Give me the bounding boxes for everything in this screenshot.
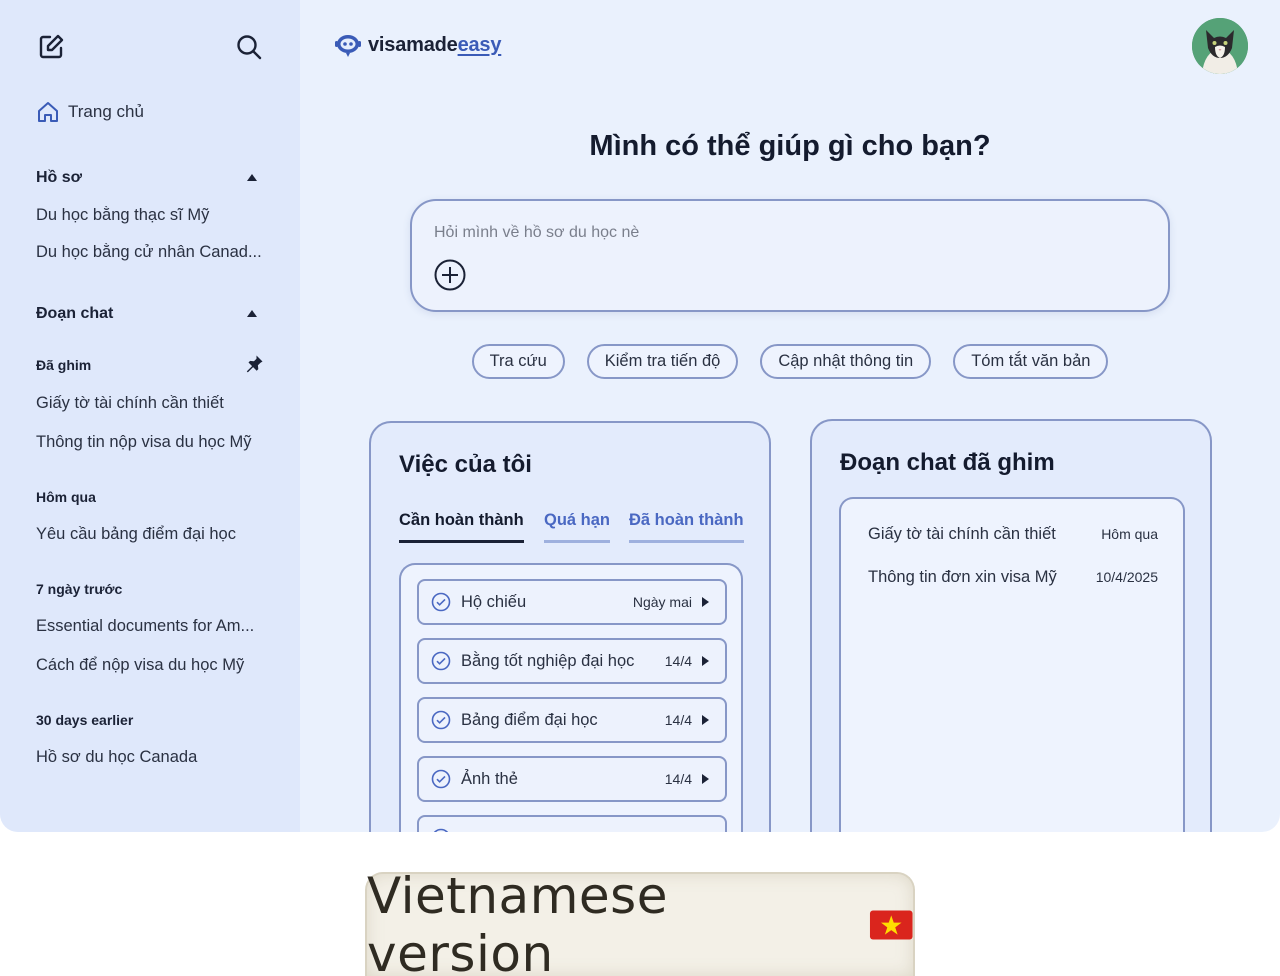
search-icon[interactable] (234, 32, 264, 62)
check-circle-icon (431, 769, 451, 789)
logo-text-part1: visamade (368, 33, 458, 56)
banner-text: Vietnamese version (367, 867, 668, 976)
chat-group-heading: Hôm qua (36, 489, 96, 505)
pinned-chat-date: Hôm qua (1101, 526, 1158, 542)
sidebar-chat-item[interactable]: Essential documents for Am... (36, 617, 268, 636)
plus-circle-icon (434, 259, 466, 291)
check-circle-icon (433, 828, 449, 832)
task-due: 14/4 (664, 712, 692, 728)
task-item[interactable]: Bằng tốt nghiệp đại học 14/4 (417, 638, 727, 684)
chevron-right-icon (702, 656, 709, 666)
user-avatar[interactable] (1192, 18, 1248, 74)
profiles-heading: Hồ sơ (36, 169, 83, 186)
task-due: 14/4 (664, 653, 692, 669)
check-circle-icon (431, 651, 451, 671)
chat-group-heading: 30 days earlier (36, 712, 134, 728)
pinned-chat-date: 10/4/2025 (1095, 569, 1158, 585)
task-item[interactable]: Ảnh thẻ 14/4 (417, 756, 727, 802)
logo-text-part2: easy (457, 33, 502, 56)
tab-to-complete[interactable]: Cần hoàn thành (399, 511, 524, 543)
pinned-chat-list: Giấy tờ tài chính cần thiết Hôm qua Thôn… (839, 497, 1185, 832)
chevron-right-icon (702, 774, 709, 784)
logo-text: visamadeeasy (368, 34, 501, 57)
chat-group-heading: 7 ngày trước (36, 581, 123, 597)
task-label: Ảnh thẻ (461, 769, 518, 788)
brand-logo[interactable]: visamadeeasy (334, 32, 501, 58)
task-due: 14/4 (664, 771, 692, 787)
chat-group-heading: Đã ghim (36, 357, 92, 373)
task-label: Hộ chiếu (461, 592, 527, 611)
pinned-chat-row[interactable]: Thông tin đơn xin visa Mỹ 10/4/2025 (868, 568, 1158, 587)
task-label: Bảng điểm đại học (461, 710, 598, 729)
app-window: Trang chủ Hồ sơ Du học bằng thạc sĩ Mỹ D… (0, 0, 1280, 832)
suggestion-chips: Tra cứu Kiểm tra tiến độ Cập nhật thông … (300, 344, 1280, 379)
sidebar-chat-item[interactable]: Yêu cầu bảng điểm đại học (36, 525, 268, 544)
sidebar-chat-item[interactable]: Hồ sơ du học Canada (36, 748, 268, 767)
prompt-box (410, 199, 1170, 312)
chip-check-progress[interactable]: Kiểm tra tiến độ (586, 344, 739, 379)
vietnam-flag-icon (869, 910, 913, 940)
check-circle-icon (431, 710, 451, 730)
tab-completed[interactable]: Đã hoàn thành (629, 511, 744, 543)
pinned-chat-title: Giấy tờ tài chính cần thiết (868, 525, 1056, 543)
pinned-card-title: Đoạn chat đã ghim (840, 449, 1055, 476)
robot-logo-icon (335, 35, 361, 57)
task-label: Bằng tốt nghiệp đại học (461, 651, 635, 670)
task-item[interactable]: Bảng điểm đại học 14/4 (417, 697, 727, 743)
task-list: Hộ chiếu Ngày mai Bằng tốt nghiệp đại họ… (399, 563, 743, 832)
profiles-collapse-caret[interactable] (247, 174, 257, 181)
chats-heading: Đoạn chat (36, 305, 114, 322)
home-icon (38, 102, 58, 122)
sidebar-chat-item[interactable]: Giấy tờ tài chính cần thiết (36, 394, 268, 413)
chip-update-info[interactable]: Cập nhật thông tin (760, 344, 932, 379)
chevron-right-icon (702, 597, 709, 607)
language-version-banner: Vietnamese version (365, 867, 915, 976)
compose-icon[interactable] (36, 32, 66, 62)
pin-icon (244, 354, 264, 379)
chip-summarize[interactable]: Tóm tắt văn bản (953, 344, 1109, 379)
check-circle-icon (431, 592, 451, 612)
sidebar-chat-item[interactable]: Cách để nộp visa du học Mỹ (36, 656, 268, 675)
task-item[interactable]: Hộ chiếu Ngày mai (417, 579, 727, 625)
chevron-right-icon (702, 715, 709, 725)
tasks-card-title: Việc của tôi (399, 451, 532, 478)
task-item-partial[interactable] (417, 815, 727, 832)
sidebar-item-profile[interactable]: Du học bằng cử nhân Canad... (36, 243, 268, 262)
chats-collapse-caret[interactable] (247, 310, 257, 317)
prompt-input[interactable] (434, 221, 1134, 245)
sidebar-chat-item[interactable]: Thông tin nộp visa du học Mỹ (36, 433, 268, 452)
pinned-chat-row[interactable]: Giấy tờ tài chính cần thiết Hôm qua (868, 525, 1158, 544)
sidebar-item-home[interactable]: Trang chủ (36, 100, 144, 124)
add-attachment-button[interactable] (434, 259, 466, 291)
page-headline: Mình có thể giúp gì cho bạn? (589, 130, 991, 162)
task-due: Ngày mai (632, 594, 692, 610)
chip-lookup[interactable]: Tra cứu (471, 344, 565, 379)
my-tasks-card: Việc của tôi Cần hoàn thành Quá hạn Đã h… (369, 421, 771, 832)
pinned-chats-card: Đoạn chat đã ghim Giấy tờ tài chính cần … (810, 419, 1212, 832)
home-label: Trang chủ (68, 102, 144, 121)
pinned-chat-title: Thông tin đơn xin visa Mỹ (868, 568, 1057, 586)
sidebar: Trang chủ Hồ sơ Du học bằng thạc sĩ Mỹ D… (0, 0, 300, 832)
tab-overdue[interactable]: Quá hạn (544, 511, 611, 543)
sidebar-item-profile[interactable]: Du học bằng thạc sĩ Mỹ (36, 206, 268, 225)
